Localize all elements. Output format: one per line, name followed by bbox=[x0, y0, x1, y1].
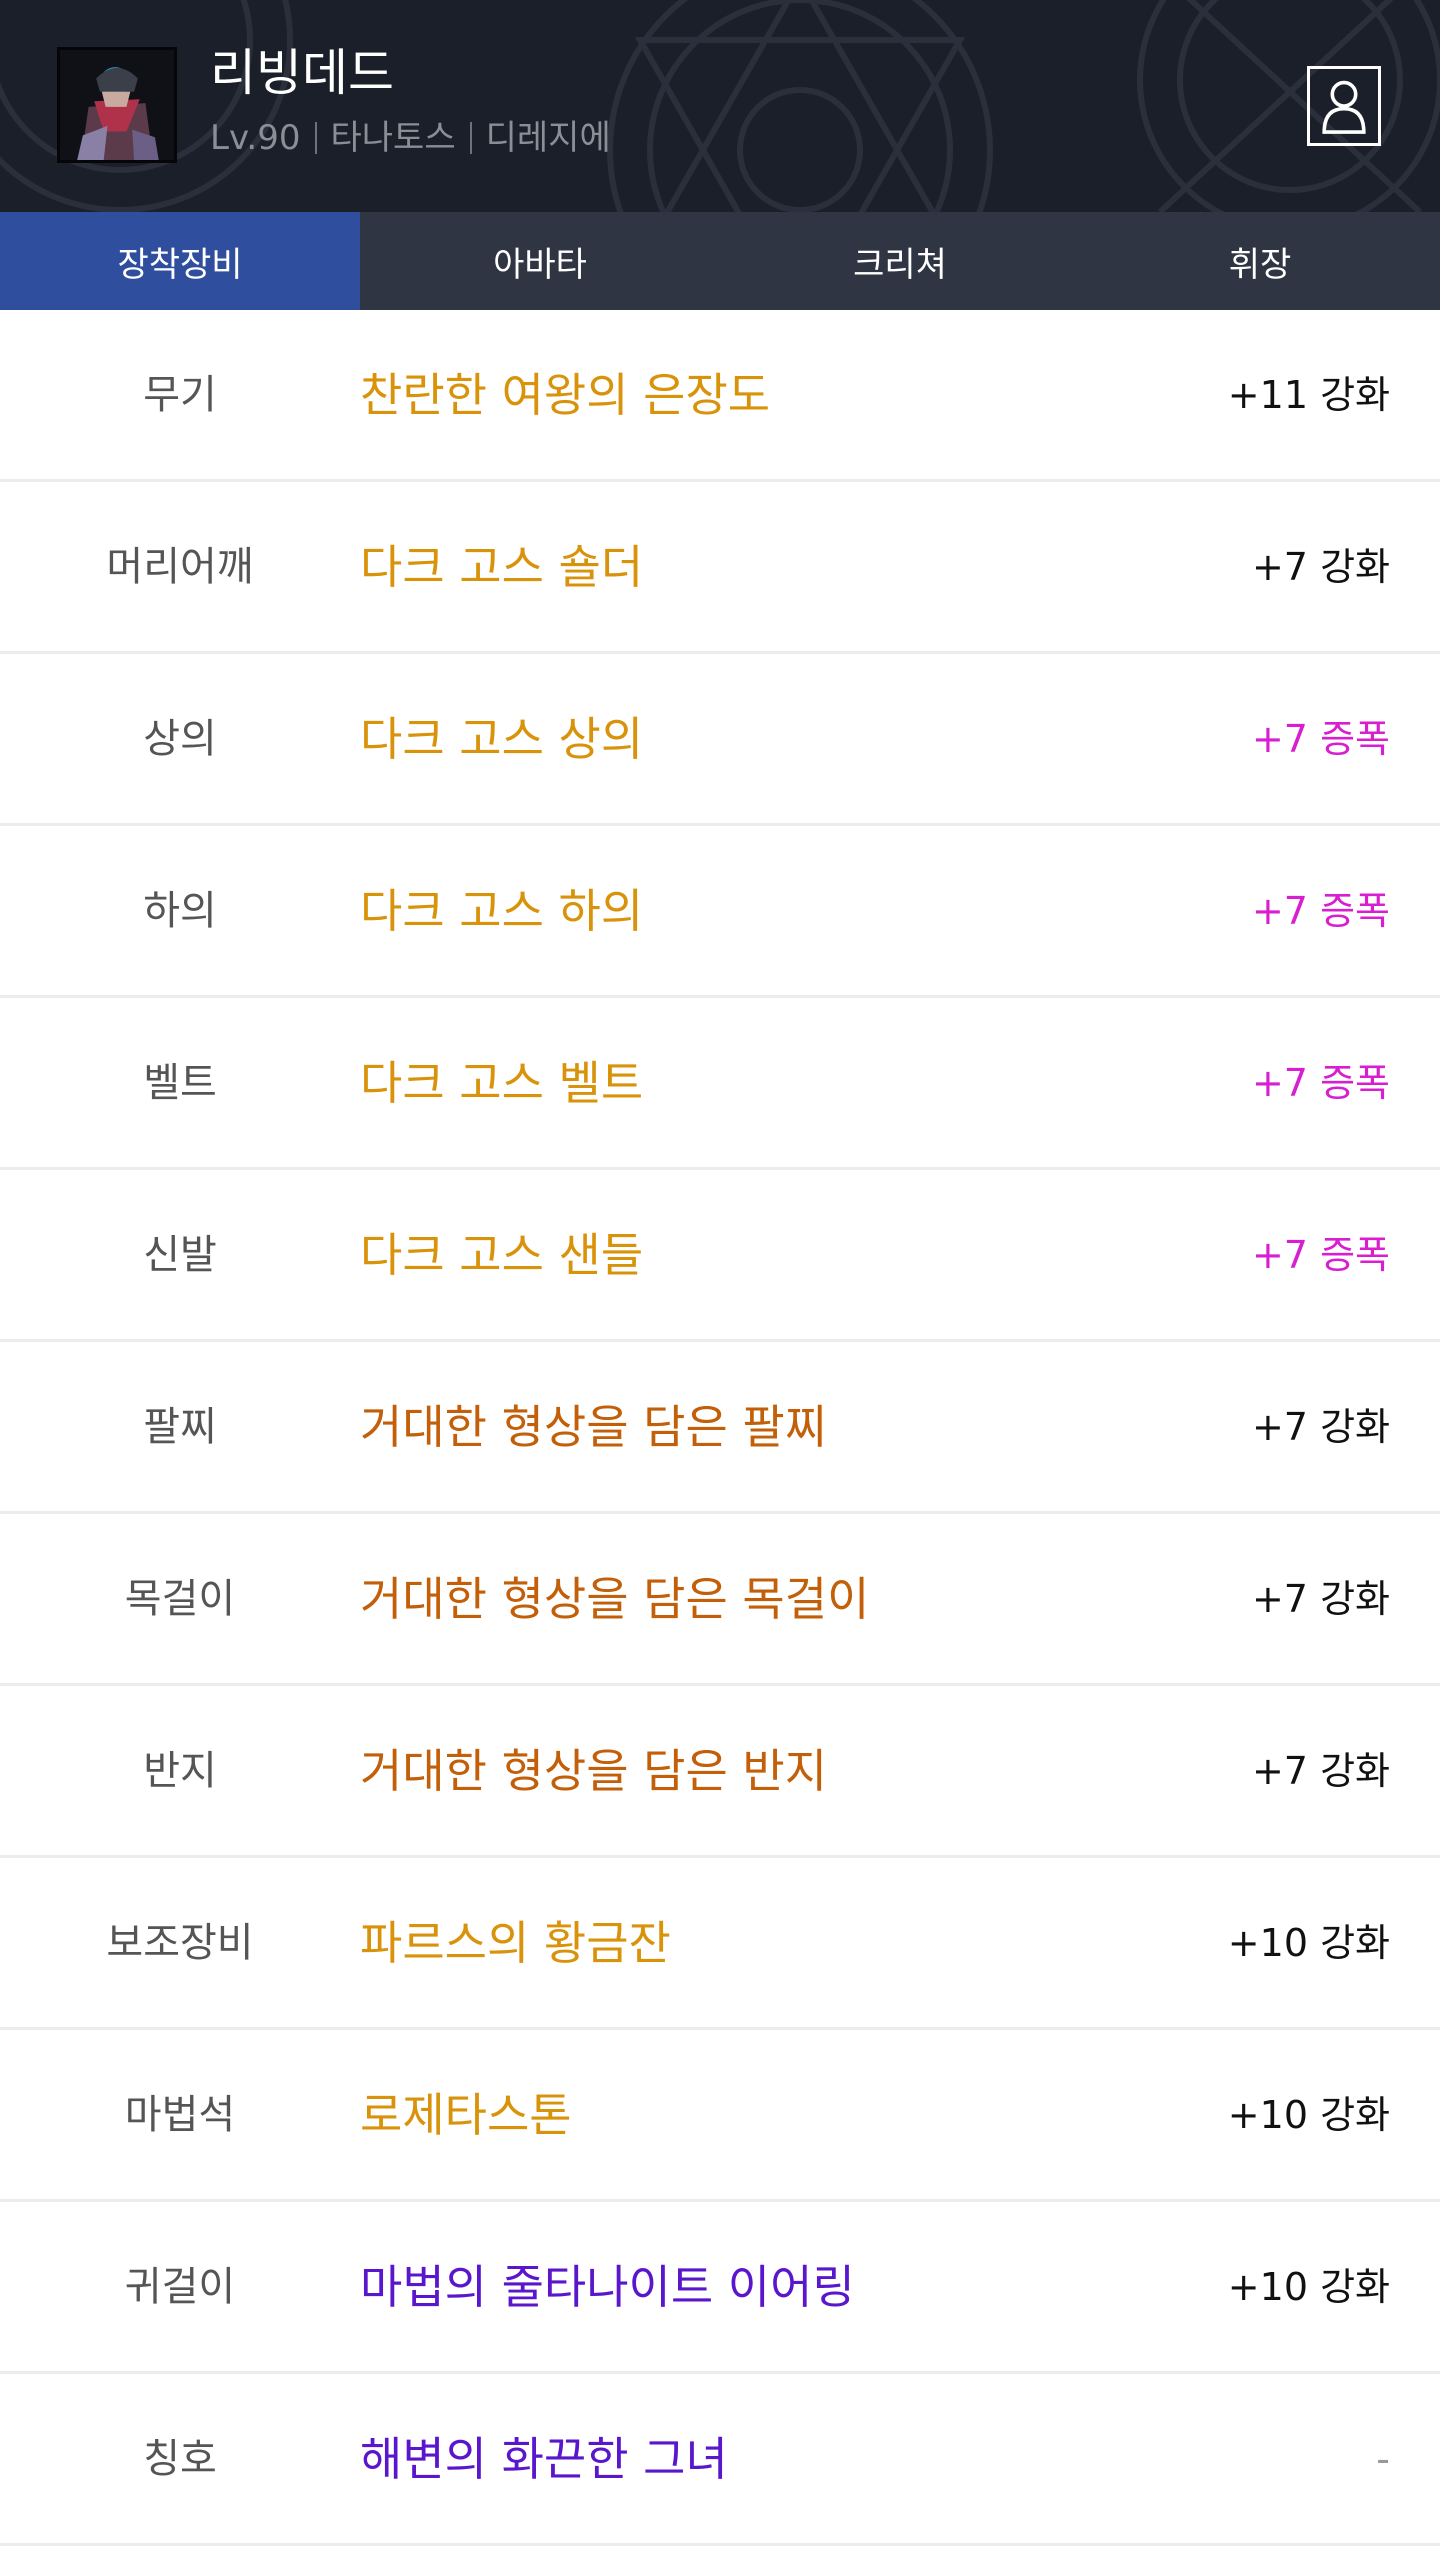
slot-label: 신발 bbox=[143, 1231, 217, 1278]
enhance-level: +10 강화 bbox=[1227, 1920, 1390, 1965]
item-name: 파르스의 황금잔 bbox=[360, 1915, 671, 1970]
tab-equipped[interactable]: 장착장비 bbox=[0, 212, 360, 310]
item-name: 거대한 형상을 담은 반지 bbox=[360, 1743, 828, 1798]
equipment-row-top[interactable]: 상의 다크 고스 상의 +7 증폭 bbox=[0, 654, 1440, 826]
equipment-row-belt[interactable]: 벨트 다크 고스 벨트 +7 증폭 bbox=[0, 998, 1440, 1170]
equipment-row-magic-stone[interactable]: 마법석 로제타스톤 +10 강화 bbox=[0, 2030, 1440, 2202]
slot-label: 귀걸이 bbox=[124, 2263, 236, 2310]
enhance-level: +7 증폭 bbox=[1251, 888, 1390, 933]
slot-label: 하의 bbox=[143, 887, 217, 934]
character-level: Lv.90 bbox=[210, 118, 301, 158]
item-name: 거대한 형상을 담은 목걸이 bbox=[360, 1571, 870, 1626]
item-name: 다크 고스 샌들 bbox=[360, 1227, 644, 1282]
equipment-row-shoes[interactable]: 신발 다크 고스 샌들 +7 증폭 bbox=[0, 1170, 1440, 1342]
meta-divider bbox=[469, 122, 472, 154]
equipment-tabs: 장착장비 아바타 크리쳐 휘장 bbox=[0, 212, 1440, 310]
enhance-level: +7 강화 bbox=[1251, 544, 1390, 589]
enhance-level: +7 강화 bbox=[1251, 1748, 1390, 1793]
tab-creature[interactable]: 크리쳐 bbox=[720, 212, 1080, 310]
slot-label: 보조장비 bbox=[106, 1919, 254, 1966]
character-meta: Lv.90 타나토스 디레지에 bbox=[210, 116, 611, 160]
user-icon bbox=[1322, 80, 1366, 134]
enhance-level: - bbox=[1376, 2436, 1390, 2481]
character-portrait-icon bbox=[60, 50, 174, 160]
character-header: 리빙데드 Lv.90 타나토스 디레지에 bbox=[0, 0, 1440, 212]
enhance-level: +7 증폭 bbox=[1251, 1232, 1390, 1277]
enhance-level: +7 증폭 bbox=[1251, 716, 1390, 761]
equipment-row-earring[interactable]: 귀걸이 마법의 줄타나이트 이어링 +10 강화 bbox=[0, 2202, 1440, 2374]
tab-avatar[interactable]: 아바타 bbox=[360, 212, 720, 310]
equipment-row-support[interactable]: 보조장비 파르스의 황금잔 +10 강화 bbox=[0, 1858, 1440, 2030]
item-name: 다크 고스 벨트 bbox=[360, 1055, 644, 1110]
item-name: 해변의 화끈한 그녀 bbox=[360, 2431, 728, 2486]
enhance-level: +7 강화 bbox=[1251, 1576, 1390, 1621]
profile-button[interactable] bbox=[1307, 66, 1381, 146]
slot-label: 목걸이 bbox=[124, 1575, 236, 1622]
item-name: 거대한 형상을 담은 팔찌 bbox=[360, 1399, 828, 1454]
enhance-level: +10 강화 bbox=[1227, 2092, 1390, 2137]
slot-label: 팔찌 bbox=[143, 1403, 217, 1450]
item-name: 다크 고스 숄더 bbox=[360, 539, 644, 594]
character-job: 디레지에 bbox=[485, 118, 611, 158]
character-name: 리빙데드 bbox=[210, 44, 394, 102]
enhance-level: +7 강화 bbox=[1251, 1404, 1390, 1449]
equipment-row-title[interactable]: 칭호 해변의 화끈한 그녀 - bbox=[0, 2374, 1440, 2546]
equipment-row-bottom[interactable]: 하의 다크 고스 하의 +7 증폭 bbox=[0, 826, 1440, 998]
item-name: 로제타스톤 bbox=[360, 2087, 572, 2142]
item-name: 다크 고스 상의 bbox=[360, 711, 644, 766]
character-avatar bbox=[57, 47, 177, 163]
item-name: 찬란한 여왕의 은장도 bbox=[360, 367, 771, 422]
character-server: 타나토스 bbox=[330, 118, 456, 158]
slot-label: 상의 bbox=[143, 715, 217, 762]
slot-label: 반지 bbox=[143, 1747, 217, 1794]
enhance-level: +11 강화 bbox=[1227, 372, 1390, 417]
equipment-row-ring[interactable]: 반지 거대한 형상을 담은 반지 +7 강화 bbox=[0, 1686, 1440, 1858]
slot-label: 벨트 bbox=[143, 1059, 217, 1106]
enhance-level: +10 강화 bbox=[1227, 2264, 1390, 2309]
equipment-row-necklace[interactable]: 목걸이 거대한 형상을 담은 목걸이 +7 강화 bbox=[0, 1514, 1440, 1686]
slot-label: 무기 bbox=[143, 371, 217, 418]
meta-divider bbox=[314, 122, 317, 154]
enhance-level: +7 증폭 bbox=[1251, 1060, 1390, 1105]
equipment-row-shoulder[interactable]: 머리어깨 다크 고스 숄더 +7 강화 bbox=[0, 482, 1440, 654]
item-name: 마법의 줄타나이트 이어링 bbox=[360, 2259, 855, 2314]
tab-emblem[interactable]: 휘장 bbox=[1080, 212, 1440, 310]
slot-label: 머리어깨 bbox=[106, 543, 254, 590]
slot-label: 마법석 bbox=[124, 2091, 236, 2138]
equipment-list: 무기 찬란한 여왕의 은장도 +11 강화 머리어깨 다크 고스 숄더 +7 강… bbox=[0, 310, 1440, 2546]
header-background-pattern bbox=[0, 0, 1440, 212]
equipment-row-weapon[interactable]: 무기 찬란한 여왕의 은장도 +11 강화 bbox=[0, 310, 1440, 482]
slot-label: 칭호 bbox=[143, 2435, 217, 2482]
equipment-row-bracelet[interactable]: 팔찌 거대한 형상을 담은 팔찌 +7 강화 bbox=[0, 1342, 1440, 1514]
item-name: 다크 고스 하의 bbox=[360, 883, 644, 938]
